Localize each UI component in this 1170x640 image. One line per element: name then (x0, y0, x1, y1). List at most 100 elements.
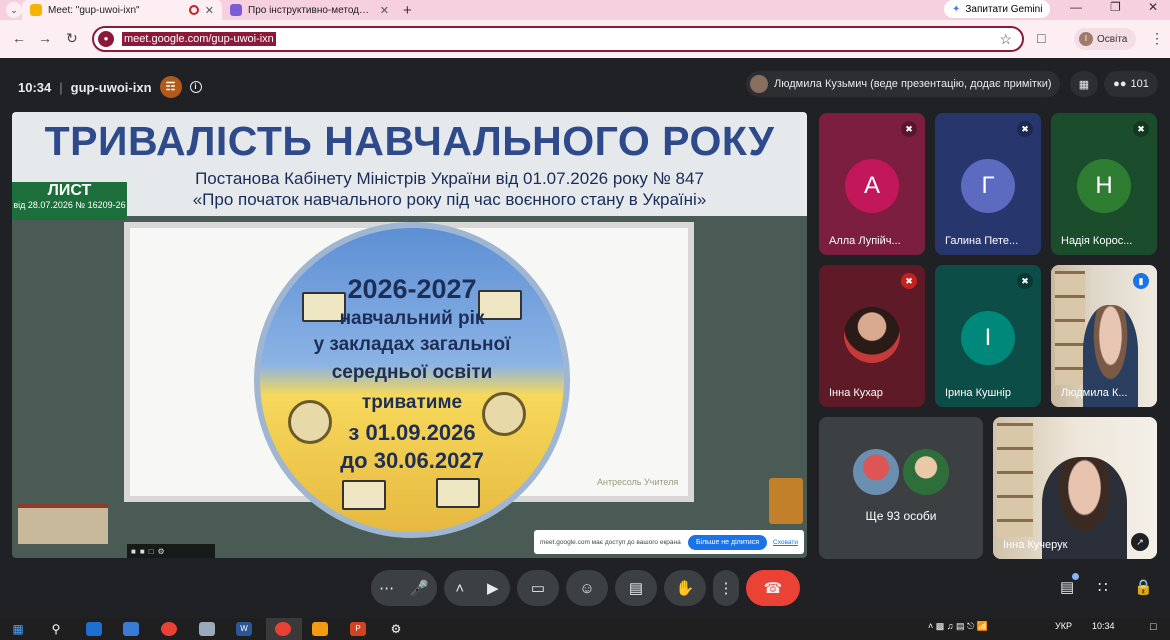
present-button[interactable]: ▭ (517, 570, 559, 606)
presenter-chip[interactable]: Людмила Кузьмич (веде презентацію, додає… (746, 71, 1060, 97)
gemini-button[interactable]: ✦ Запитати Gemini (944, 0, 1051, 18)
settings-icon[interactable]: ⚙ (388, 622, 404, 636)
word-icon[interactable]: W (236, 622, 252, 636)
mic-off-icon: ✖ (1133, 121, 1149, 137)
book-icon (342, 480, 386, 510)
forward-icon[interactable]: → (38, 30, 52, 46)
edge-icon[interactable] (86, 622, 102, 636)
hang-up-icon: ☎ (763, 580, 783, 597)
tray-icons[interactable]: ˄ ▩ ♫ ▤ ⎋ 📶 (928, 621, 988, 632)
participant-tile[interactable]: ✖ І Ірина Кушнір (935, 265, 1041, 407)
start-date: з 01.09.2026 (348, 420, 476, 445)
circle-line: навчальний рік (339, 308, 485, 329)
activities-icon[interactable]: ∷ (1098, 578, 1108, 596)
watermark: Антресоль Учителя (597, 477, 679, 487)
omnibox[interactable]: ● meet.google.com/gup-uwoi-ixn ☆ (92, 26, 1024, 52)
participant-tile[interactable]: ✖ Інна Кухар (819, 265, 925, 407)
chat-icon[interactable]: ▤ (1060, 578, 1074, 596)
reload-icon[interactable]: ↻ (66, 30, 78, 47)
tab-search-icon[interactable]: ⌄ (6, 2, 22, 18)
expand-icon[interactable]: ↗ (1131, 533, 1149, 551)
video-icon[interactable]: ■ (140, 547, 145, 556)
leave-call-button[interactable]: ☎ (746, 570, 800, 606)
avatar: Н (1077, 159, 1131, 213)
host-controls-icon[interactable]: ☶ (159, 76, 182, 98)
info-icon[interactable]: i (189, 81, 202, 93)
powerpoint-icon[interactable]: P (350, 622, 366, 636)
avatar: І (1079, 32, 1093, 46)
minimize-icon[interactable]: — (1070, 0, 1082, 14)
presenter-toolbar[interactable]: ■ ■ □ ⚙ (127, 544, 215, 558)
badge-subtitle: від 28.07.2026 № 16209-26 (13, 200, 126, 210)
pencil-cup-illustration (769, 478, 803, 524)
stop-sharing-button[interactable]: Більше не ділитися (687, 534, 768, 550)
avatar (750, 75, 768, 93)
people-button[interactable]: ●● 101 (1104, 71, 1158, 97)
notification-dot (1072, 573, 1079, 580)
more-audio-icon[interactable]: ⋯ (379, 579, 394, 597)
microphone-icon[interactable]: 🎤 (410, 579, 429, 597)
letter-badge: ЛИСТ від 28.07.2026 № 16209-26 (12, 182, 127, 220)
bookmark-star-icon[interactable]: ☆ (999, 31, 1012, 48)
tab-meet[interactable]: Meet: "gup-uwoi-ixn" ✕ (22, 0, 222, 20)
store-icon[interactable] (123, 622, 139, 636)
chrome-icon[interactable] (161, 622, 177, 636)
browser-menu-icon[interactable]: ⋮ (1150, 30, 1164, 47)
participant-tile[interactable]: ✖ А Алла Лупійч... (819, 113, 925, 255)
speaking-indicator-icon: ▮ (1133, 273, 1149, 289)
close-tab-icon[interactable]: ✕ (205, 4, 214, 17)
avatar (853, 449, 899, 495)
chevron-up-icon[interactable]: ˄ (455, 580, 464, 597)
participant-tile[interactable]: ✖ Г Галина Пете... (935, 113, 1041, 255)
avatar (844, 307, 900, 363)
back-icon[interactable]: ← (12, 30, 26, 46)
profile-button[interactable]: І Освіта (1074, 28, 1136, 50)
search-icon[interactable]: ⚲ (48, 622, 64, 636)
reactions-button[interactable]: ☺ (566, 570, 608, 606)
app-icon[interactable] (312, 622, 328, 636)
more-options-button[interactable]: ⋮ (713, 570, 739, 606)
taskbar-clock[interactable]: 10:34 (1092, 621, 1115, 631)
hide-button[interactable]: Сховати (773, 539, 798, 546)
extensions-icon[interactable]: □ (1037, 30, 1045, 46)
gemini-label: Запитати Gemini (965, 3, 1043, 15)
tab-docs[interactable]: Про інструктивно-методичні р ✕ (222, 0, 397, 20)
raise-hand-button[interactable]: ✋ (664, 570, 706, 606)
participant-tile[interactable]: ▮ Людмила К... (1051, 265, 1157, 407)
captions-off-icon[interactable]: ▦ (1070, 71, 1098, 97)
profile-label: Освіта (1097, 33, 1128, 45)
more-vert-icon: ⋮ (718, 580, 734, 597)
url-text[interactable]: meet.google.com/gup-uwoi-ixn (122, 32, 276, 46)
hand-icon: ✋ (675, 580, 695, 597)
participant-name: Алла Лупійч... (829, 235, 901, 247)
close-tab-icon[interactable]: ✕ (380, 4, 389, 17)
video-camera-icon[interactable]: ▶ (487, 579, 499, 597)
more-participants-tile[interactable]: Ще 93 особи (819, 417, 983, 559)
participant-tile[interactable]: ✖ Н Надія Корос... (1051, 113, 1157, 255)
maximize-icon[interactable]: ❐ (1110, 0, 1121, 14)
meet-icon (30, 4, 42, 16)
window-icon[interactable]: □ (149, 547, 154, 556)
app-icon[interactable] (199, 622, 215, 636)
camera-icon[interactable]: ■ (131, 547, 136, 556)
shared-screen: ТРИВАЛІСТЬ НАВЧАЛЬНОГО РОКУ Постанова Ка… (12, 112, 807, 558)
captions-button[interactable]: ▤ (615, 570, 657, 606)
gear-icon[interactable]: ⚙ (158, 547, 165, 556)
notifications-icon[interactable]: □ (1150, 621, 1157, 633)
host-lock-icon[interactable]: 🔒 (1134, 578, 1153, 596)
windows-start-icon[interactable]: ▦ (10, 622, 26, 636)
chrome-icon[interactable] (275, 622, 291, 636)
end-date: до 30.06.2027 (340, 448, 484, 473)
circle-line: триватиме (361, 392, 463, 413)
new-tab-icon[interactable]: + (403, 2, 412, 19)
books-illustration (18, 504, 108, 544)
camera-control-group: ˄ ▶ (444, 570, 510, 606)
participant-tile[interactable]: Інна Кучерук ↗ (993, 417, 1157, 559)
tab-label: Про інструктивно-методичні р (248, 4, 374, 16)
captions-icon: ▤ (628, 580, 644, 597)
avatar: А (845, 159, 899, 213)
language-indicator[interactable]: УКР (1055, 621, 1072, 631)
close-window-icon[interactable]: ✕ (1148, 0, 1158, 14)
slide-title: ТРИВАЛІСТЬ НАВЧАЛЬНОГО РОКУ (44, 118, 775, 164)
mic-off-icon: ✖ (901, 273, 917, 289)
